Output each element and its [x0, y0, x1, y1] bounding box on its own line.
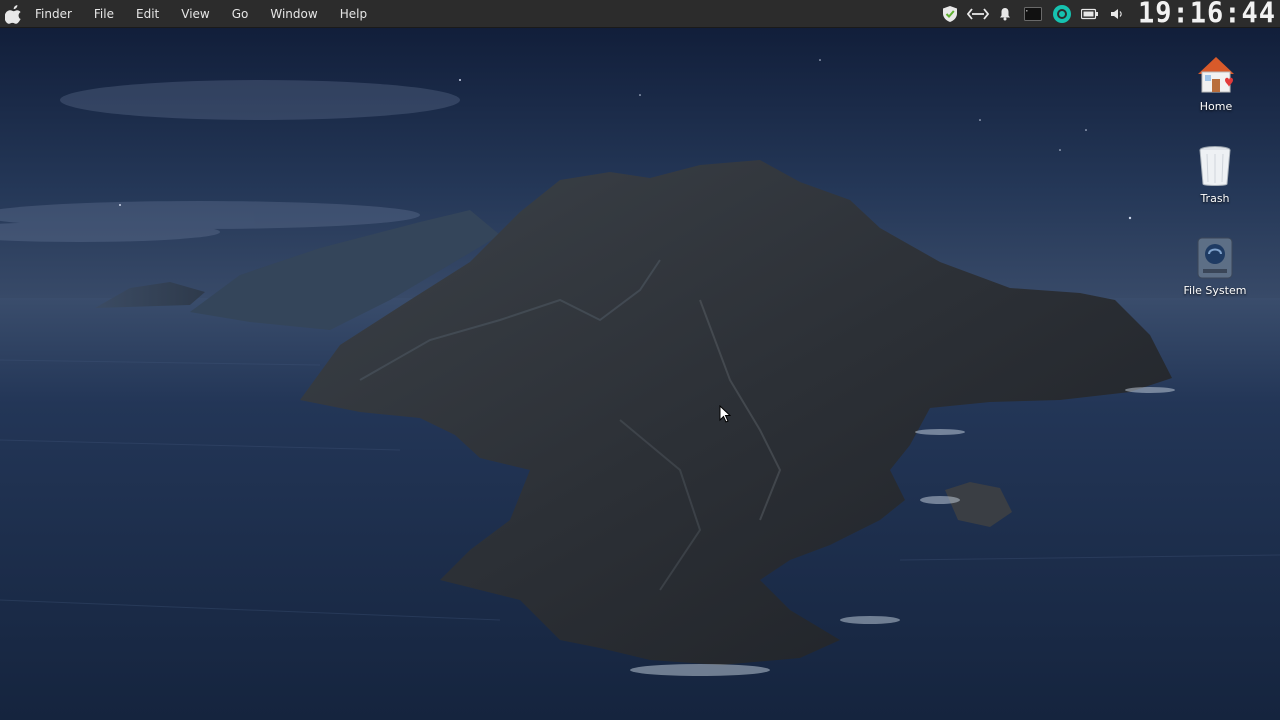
- menu-view[interactable]: View: [170, 0, 220, 28]
- terminal-icon[interactable]: [1018, 0, 1048, 28]
- steam-icon[interactable]: [1048, 0, 1076, 28]
- trash-icon: [1191, 142, 1239, 190]
- menu-edit[interactable]: Edit: [125, 0, 170, 28]
- menu-finder[interactable]: Finder: [28, 0, 83, 28]
- home-folder-icon: [1192, 50, 1240, 98]
- desktop-icon-label: File System: [1183, 284, 1247, 297]
- menu-window[interactable]: Window: [259, 0, 328, 28]
- hard-drive-icon: [1191, 234, 1239, 282]
- clock-readout[interactable]: 19:16:44: [1138, 0, 1276, 29]
- network-arrows-icon[interactable]: [964, 0, 992, 28]
- desktop-icon-home[interactable]: Home: [1176, 50, 1256, 113]
- apple-menu-button[interactable]: [0, 0, 28, 28]
- system-tray: 19:16:44: [936, 0, 1280, 28]
- menu-file[interactable]: File: [83, 0, 125, 28]
- menu-help[interactable]: Help: [329, 0, 378, 28]
- bell-icon[interactable]: [992, 0, 1018, 28]
- top-menu-bar: Finder File Edit View Go Window Help 19:…: [0, 0, 1280, 28]
- volume-icon[interactable]: [1104, 0, 1130, 28]
- desktop-wallpaper: [0, 0, 1280, 720]
- desktop-icon-trash[interactable]: Trash: [1175, 142, 1255, 205]
- menu-go[interactable]: Go: [221, 0, 260, 28]
- battery-icon[interactable]: [1076, 0, 1104, 28]
- shield-check-icon[interactable]: [936, 0, 964, 28]
- apple-logo-icon: [5, 4, 21, 24]
- desktop-icon-file-system[interactable]: File System: [1175, 234, 1255, 297]
- mouse-cursor-icon: [719, 405, 731, 423]
- desktop-icon-label: Home: [1199, 100, 1233, 113]
- desktop-icon-label: Trash: [1200, 192, 1230, 205]
